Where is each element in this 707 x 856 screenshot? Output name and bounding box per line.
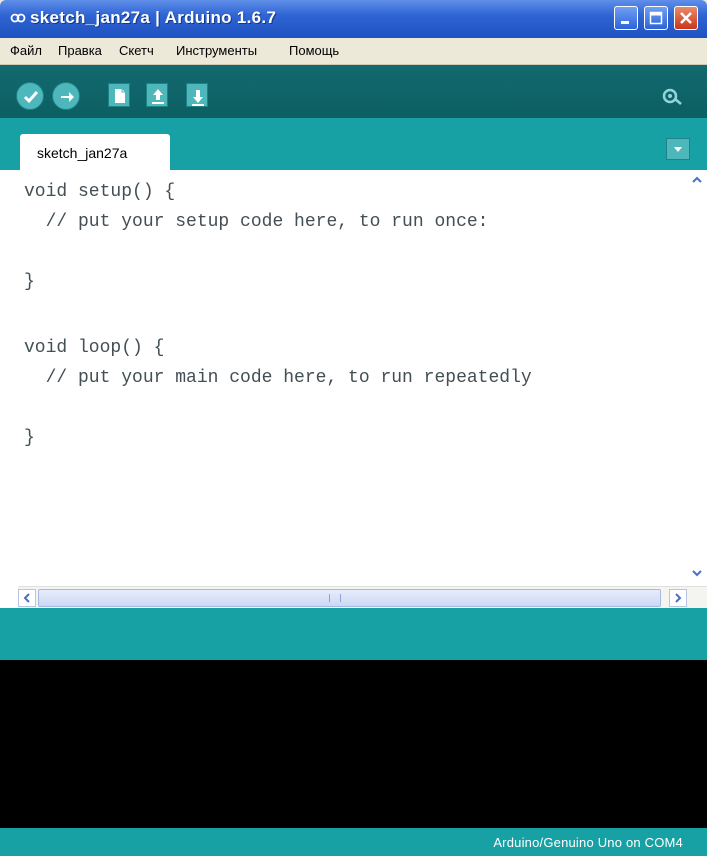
menu-sketch[interactable]: Скетч — [119, 43, 154, 58]
serial-monitor-button[interactable] — [660, 85, 684, 109]
scroll-up-arrow-icon[interactable] — [689, 172, 705, 188]
upload-icon — [61, 92, 74, 102]
scroll-right-button[interactable] — [669, 589, 687, 607]
open-icon — [152, 89, 164, 104]
scroll-grip-icon — [329, 594, 341, 602]
verify-icon — [23, 91, 39, 104]
save-button[interactable] — [186, 83, 208, 107]
code-line: // put your main code here, to run repea… — [24, 368, 532, 388]
menu-tools[interactable]: Инструменты — [176, 43, 257, 58]
menu-edit[interactable]: Правка — [58, 43, 102, 58]
maximize-icon — [649, 11, 663, 25]
scroll-left-button[interactable] — [18, 589, 36, 607]
scroll-left-arrow-icon — [23, 593, 30, 603]
minimize-icon — [621, 21, 629, 24]
close-icon — [680, 12, 692, 24]
console-output[interactable] — [0, 660, 707, 828]
tab-label: sketch_jan27a — [37, 145, 128, 161]
status-bar: Arduino/Genuino Uno on COM4 — [0, 828, 707, 856]
menu-help[interactable]: Помощь — [289, 43, 339, 58]
maximize-button[interactable] — [644, 6, 668, 30]
scroll-down-arrow-icon[interactable] — [689, 565, 705, 581]
chevron-down-icon — [674, 147, 682, 152]
horizontal-scrollbar[interactable] — [18, 586, 707, 609]
upload-button[interactable] — [52, 82, 80, 110]
window-title: sketch_jan27a | Arduino 1.6.7 — [30, 8, 277, 27]
new-icon — [115, 89, 125, 103]
verify-button[interactable] — [16, 82, 44, 110]
menu-file[interactable]: Файл — [10, 43, 42, 58]
arduino-logo-icon — [10, 13, 26, 23]
code-line: void loop() { — [24, 338, 165, 358]
arduino-window: sketch_jan27a | Arduino 1.6.7 Файл Правк… — [0, 0, 707, 856]
tab-sketch[interactable]: sketch_jan27a — [20, 134, 170, 170]
menu-bar: Файл Правка Скетч Инструменты Помощь — [0, 38, 707, 65]
message-area — [0, 608, 707, 660]
serial-monitor-icon — [662, 88, 682, 105]
save-icon — [192, 90, 204, 106]
board-status: Arduino/Genuino Uno on COM4 — [493, 835, 683, 850]
open-button[interactable] — [146, 83, 168, 107]
scroll-thumb[interactable] — [38, 589, 661, 607]
title-bar[interactable]: sketch_jan27a | Arduino 1.6.7 — [0, 0, 707, 38]
new-button[interactable] — [108, 83, 130, 107]
code-editor[interactable]: void setup() { // put your setup code he… — [0, 170, 707, 586]
code-line: } — [24, 272, 35, 292]
code-line: } — [24, 428, 35, 448]
minimize-button[interactable] — [614, 6, 638, 30]
tab-strip: sketch_jan27a — [0, 118, 707, 170]
editor-gutter — [0, 586, 18, 608]
tab-menu-button[interactable] — [666, 138, 690, 160]
code-line: void setup() { — [24, 182, 176, 202]
scroll-right-arrow-icon — [675, 593, 682, 603]
close-button[interactable] — [674, 6, 698, 30]
code-line: // put your setup code here, to run once… — [24, 212, 489, 232]
